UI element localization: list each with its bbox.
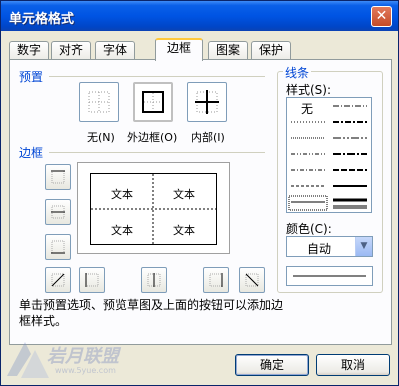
close-icon: ✕ <box>375 8 388 24</box>
line-style-label: 样式(S): <box>286 83 332 97</box>
tab-alignment[interactable]: 对齐 <box>51 41 91 60</box>
border-middle-vertical-icon <box>147 273 161 287</box>
border-right-button[interactable] <box>203 267 229 293</box>
preset-none-icon <box>88 91 110 113</box>
line-group-label: 线条 <box>283 64 312 81</box>
preset-none-button[interactable] <box>79 82 119 122</box>
color-dropdown[interactable]: 自动 ▼ <box>286 236 373 257</box>
diagonal-up-icon <box>51 273 65 287</box>
preset-outline-icon <box>142 91 164 113</box>
border-middle-horizontal-button[interactable] <box>45 199 71 225</box>
border-bottom-button[interactable] <box>45 234 71 260</box>
border-left-button[interactable] <box>79 267 105 293</box>
tab-patterns[interactable]: 图案 <box>208 41 248 60</box>
site-watermark: 岩月联盟 www.5yue.com <box>3 336 163 386</box>
preset-divider <box>49 76 265 77</box>
border-group-label: 边框 <box>19 146 44 160</box>
line-style-list[interactable]: 无 <box>286 97 372 213</box>
watermark-url: www.5yue.com <box>55 366 116 375</box>
chevron-down-icon[interactable]: ▼ <box>355 237 372 256</box>
preset-inside-label: 内部(I) <box>191 131 225 144</box>
preview-cell-grid: 文本 文本 文本 文本 <box>90 173 217 245</box>
preview-cell-text: 文本 <box>173 188 195 201</box>
dialog-title: 单元格格式 <box>9 12 75 27</box>
preview-cell-text: 文本 <box>173 224 195 237</box>
line-style-swatches <box>288 105 367 211</box>
ok-button[interactable]: 确定 <box>235 354 309 376</box>
preset-group-label: 预置 <box>19 70 44 84</box>
close-button[interactable]: ✕ <box>371 6 392 27</box>
tab-border[interactable]: 边框 <box>155 38 203 61</box>
watermark-logo-icon <box>7 342 49 378</box>
border-top-button[interactable] <box>45 164 71 190</box>
color-value: 自动 <box>307 242 332 256</box>
border-left-icon <box>85 273 99 287</box>
tab-strip: 数字 对齐 字体 边框 图案 保护 <box>9 38 394 61</box>
title-bar[interactable]: 单元格格式 ✕ <box>1 1 398 31</box>
border-top-icon <box>51 170 65 184</box>
line-preview-swatch <box>293 275 366 277</box>
border-middle-vertical-button[interactable] <box>141 267 167 293</box>
format-cells-dialog: 单元格格式 ✕ 数字 对齐 字体 边框 图案 保护 预置 无(N) 外边框(O)… <box>0 0 399 386</box>
border-middle-horizontal-icon <box>51 205 65 219</box>
preset-inside-icon <box>195 90 219 114</box>
preview-cell-text: 文本 <box>111 224 133 237</box>
border-right-icon <box>209 273 223 287</box>
color-label: 颜色(C): <box>286 222 332 236</box>
tab-font[interactable]: 字体 <box>95 41 135 60</box>
border-diagonal-down-button[interactable] <box>239 267 265 293</box>
diagonal-down-icon <box>245 273 259 287</box>
tab-number[interactable]: 数字 <box>9 41 49 60</box>
preset-outline-label: 外边框(O) <box>127 131 178 144</box>
preset-none-label: 无(N) <box>87 131 115 144</box>
line-style-none[interactable]: 无 <box>301 100 313 117</box>
preset-inside-button[interactable] <box>187 82 227 122</box>
line-style-preview <box>286 266 373 286</box>
border-bottom-icon <box>51 240 65 254</box>
tab-protection[interactable]: 保护 <box>251 41 291 60</box>
border-preview[interactable]: 文本 文本 文本 文本 <box>77 162 230 254</box>
preset-outline-button[interactable] <box>133 82 173 122</box>
cancel-button[interactable]: 取消 <box>316 354 390 376</box>
border-diagonal-up-button[interactable] <box>45 267 71 293</box>
watermark-text: 岩月联盟 <box>47 346 119 367</box>
hint-text: 单击预置选项、预览草图及上面的按钮可以添加边框样式。 <box>19 298 284 328</box>
preview-cell-text: 文本 <box>111 188 133 201</box>
border-divider <box>49 152 265 153</box>
preview-grid-lines <box>91 174 216 244</box>
